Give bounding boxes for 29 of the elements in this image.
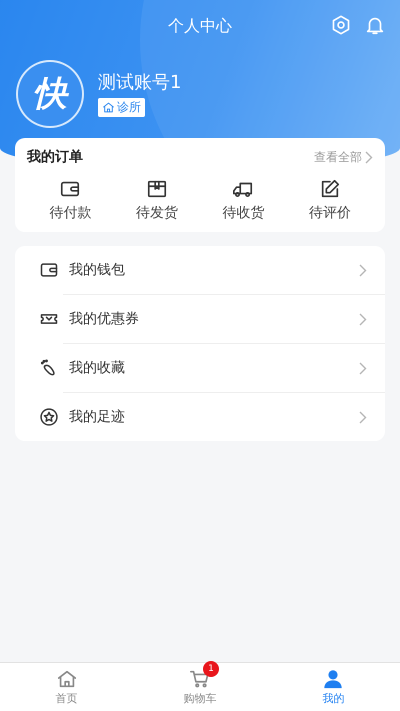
order-status-button[interactable]: 待发货 <box>122 178 192 222</box>
menu-item[interactable]: 我的足迹 <box>33 393 385 441</box>
avatar-logo: 快 <box>16 60 84 128</box>
settings-icon <box>330 14 352 36</box>
section-title: 我的订单 <box>27 148 83 166</box>
chevron-icon <box>365 150 373 164</box>
count-badge: 1 <box>202 661 219 677</box>
box-icon <box>146 178 168 200</box>
chevron-icon <box>359 410 367 424</box>
chevron-icon <box>359 264 367 276</box>
clinic-tag: 诊所 <box>98 98 145 117</box>
cart-icon <box>188 668 211 690</box>
tab-item[interactable]: 首页 <box>0 663 134 711</box>
menu-item[interactable]: 我的钱包 <box>33 246 385 294</box>
menu-item[interactable]: 我的收藏 <box>33 344 385 392</box>
chevron-icon <box>359 312 367 326</box>
user-name: 测试账号1 <box>98 71 182 94</box>
order-status-button[interactable]: 待收货 <box>208 178 278 222</box>
menu-item[interactable]: 我的优惠券 <box>33 295 385 343</box>
tab-item[interactable]: 1 购物车 <box>133 663 267 711</box>
user-icon <box>322 668 344 690</box>
order-status-button[interactable]: 待付款 <box>35 178 106 222</box>
home-icon <box>102 101 115 114</box>
chevron-icon <box>359 362 367 374</box>
order-status-button[interactable]: 待评价 <box>294 178 365 222</box>
home-icon <box>56 668 78 690</box>
page-title: 个人中心 <box>168 16 232 36</box>
settings-button[interactable] <box>330 14 352 36</box>
tab-item[interactable]: 我的 <box>266 663 400 711</box>
